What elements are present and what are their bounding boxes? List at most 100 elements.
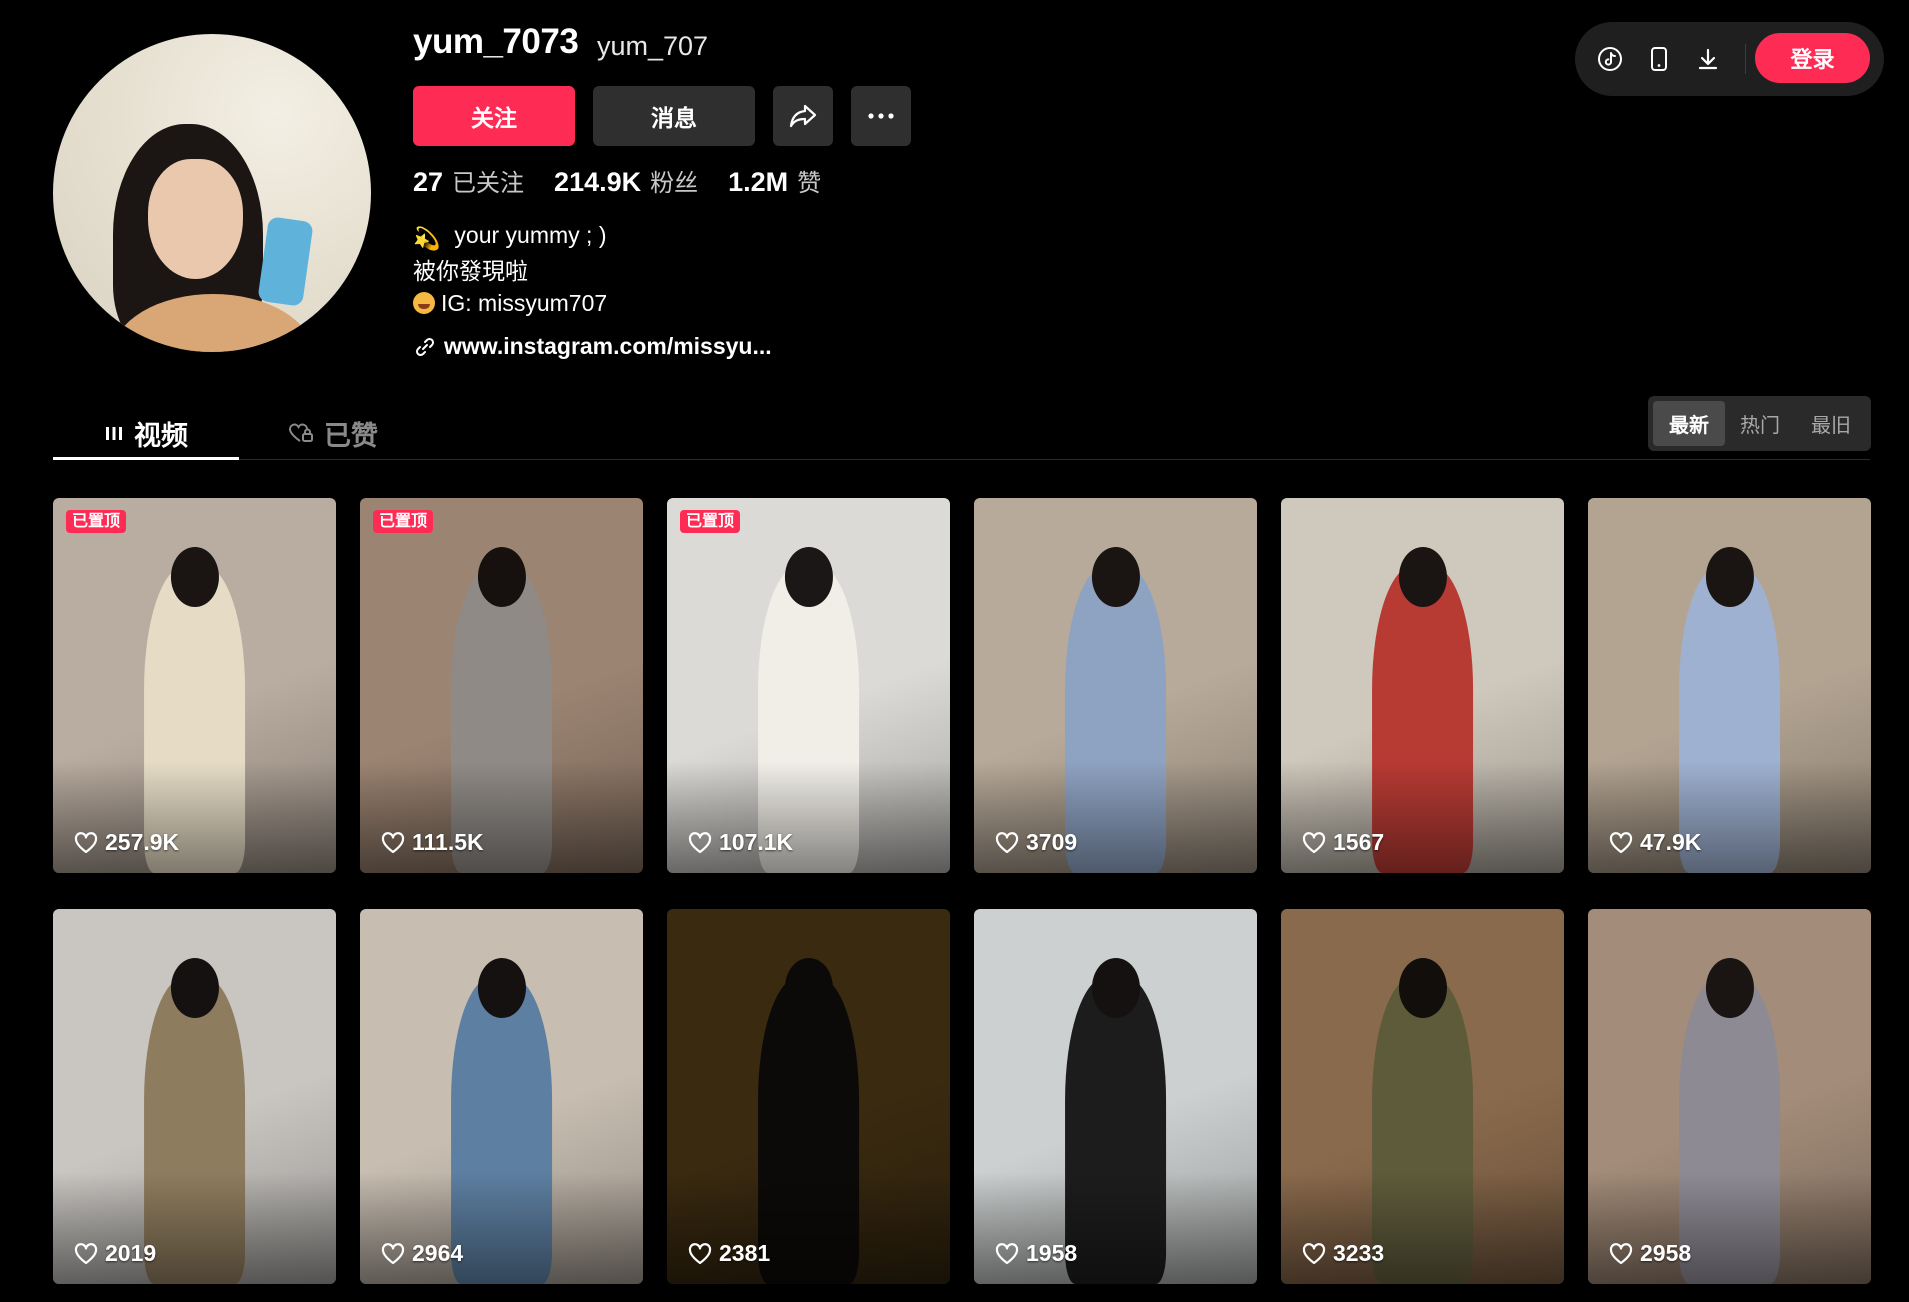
video-thumbnail-shade [53, 760, 336, 873]
tiktok-icon[interactable] [1597, 46, 1623, 72]
pinned-badge: 已置顶 [680, 510, 741, 533]
video-thumbnail-head [784, 957, 833, 1018]
video-card[interactable]: 3233 [1281, 909, 1564, 1284]
tab-liked[interactable]: 已赞 [288, 408, 378, 458]
heart-icon [1302, 1242, 1326, 1264]
following-label[interactable]: 已关注 [452, 163, 524, 198]
video-grid: 已置顶 257.9K 已置顶 111.5K 已置顶 107.1K 3709 1567 47.9K… [53, 498, 1871, 1284]
more-icon [868, 113, 894, 119]
video-like-count-text: 111.5K [412, 829, 484, 855]
video-card[interactable]: 已置顶 107.1K [667, 498, 950, 873]
video-thumbnail-shade [667, 1171, 950, 1284]
active-tab-indicator [53, 457, 239, 460]
login-button[interactable]: 登录 [1755, 33, 1870, 83]
video-thumbnail-shade [1588, 1171, 1871, 1284]
lock-heart-icon [288, 423, 313, 442]
profile-link[interactable]: www.instagram.com/missyu... [415, 333, 772, 360]
avatar[interactable] [53, 34, 371, 352]
video-like-count-text: 3233 [1333, 1240, 1385, 1266]
heart-icon [1302, 831, 1326, 853]
video-thumbnail-shade [974, 760, 1257, 873]
sort-oldest[interactable]: 最旧 [1795, 401, 1867, 446]
heart-icon [688, 1242, 712, 1264]
heart-icon [688, 831, 712, 853]
followers-label[interactable]: 粉丝 [650, 163, 698, 198]
video-card[interactable]: 3709 [974, 498, 1257, 873]
video-card[interactable]: 2964 [360, 909, 643, 1284]
phone-icon[interactable] [1646, 46, 1672, 72]
video-thumbnail-shade [53, 1171, 336, 1284]
tab-videos-label: 视频 [134, 420, 188, 451]
video-thumbnail-head [1091, 957, 1140, 1018]
video-like-count-text: 257.9K [105, 829, 180, 855]
video-thumbnail-head [1091, 546, 1140, 607]
heart-icon [995, 831, 1019, 853]
video-like-count: 2019 [74, 1240, 156, 1267]
sort-popular[interactable]: 热门 [1724, 401, 1796, 446]
tab-videos[interactable]: 视频 [104, 408, 188, 458]
video-card[interactable]: 2381 [667, 909, 950, 1284]
share-icon [789, 104, 817, 128]
sort-selector: 最新 热门 最旧 [1648, 396, 1871, 451]
video-card[interactable]: 47.9K [1588, 498, 1871, 873]
likes-count: 1.2M [728, 167, 789, 197]
video-thumbnail-shade [974, 1171, 1257, 1284]
toolbar-divider [1745, 44, 1746, 74]
bio-line-2: 被你發現啦 [413, 258, 528, 284]
tab-divider [53, 459, 1870, 460]
video-thumbnail-head [477, 957, 526, 1018]
video-like-count-text: 107.1K [719, 829, 794, 855]
video-card[interactable]: 1567 [1281, 498, 1564, 873]
username: yum_7073 [413, 22, 579, 61]
video-like-count: 1567 [1302, 829, 1384, 856]
video-card[interactable]: 2958 [1588, 909, 1871, 1284]
link-icon [415, 337, 435, 356]
profile-link-text[interactable]: www.instagram.com/missyu... [444, 333, 772, 360]
bio-line-1: 💫 your yummy ; ) [413, 219, 607, 255]
video-card[interactable]: 1958 [974, 909, 1257, 1284]
video-thumbnail-head [1705, 546, 1754, 607]
video-like-count: 107.1K [688, 829, 793, 856]
video-like-count-text: 1567 [1333, 829, 1385, 855]
grid-icon [106, 427, 122, 440]
video-thumbnail-shade [1588, 760, 1871, 873]
video-like-count: 3709 [995, 829, 1077, 856]
video-thumbnail-head [1705, 957, 1754, 1018]
bio: 💫 your yummy ; ) 被你發現啦 IG: missyum707 [413, 219, 607, 319]
video-like-count-text: 3709 [1026, 829, 1078, 855]
heart-icon [1609, 1242, 1633, 1264]
likes-label: 赞 [797, 170, 822, 197]
video-thumbnail-shade [360, 760, 643, 873]
video-like-count: 257.9K [74, 829, 179, 856]
video-like-count: 111.5K [381, 829, 484, 856]
heart-icon [995, 1242, 1019, 1264]
video-card[interactable]: 已置顶 111.5K [360, 498, 643, 873]
share-button[interactable] [773, 86, 833, 146]
video-thumbnail-head [170, 546, 219, 607]
follow-button[interactable]: 关注 [413, 86, 575, 146]
video-thumbnail-shade [360, 1171, 643, 1284]
video-like-count-text: 2964 [412, 1240, 464, 1266]
pinned-badge: 已置顶 [66, 510, 127, 533]
pinned-badge: 已置顶 [373, 510, 434, 533]
video-like-count-text: 2958 [1640, 1240, 1692, 1266]
video-like-count-text: 2019 [105, 1240, 157, 1266]
video-like-count: 1958 [995, 1240, 1077, 1267]
video-card[interactable]: 已置顶 257.9K [53, 498, 336, 873]
smile-emoji-icon [413, 292, 435, 314]
following-count[interactable]: 27 [413, 167, 443, 198]
bio-line-3: IG: missyum707 [413, 287, 607, 319]
followers-count[interactable]: 214.9K [554, 167, 641, 198]
message-button[interactable]: 消息 [593, 86, 755, 146]
video-card[interactable]: 2019 [53, 909, 336, 1284]
video-thumbnail-shade [1281, 760, 1564, 873]
tab-liked-label: 已赞 [324, 420, 378, 451]
top-action-bar: 登录 [1575, 22, 1884, 96]
heart-icon [381, 831, 405, 853]
video-like-count-text: 47.9K [1640, 829, 1702, 855]
sort-latest[interactable]: 最新 [1653, 401, 1725, 446]
more-button[interactable] [851, 86, 911, 146]
video-like-count: 2958 [1609, 1240, 1691, 1267]
download-icon[interactable] [1695, 46, 1721, 72]
profile-page: yum_7073 yum_707 关注 消息 27 已关注 214.9K 粉丝 … [0, 0, 1909, 1302]
